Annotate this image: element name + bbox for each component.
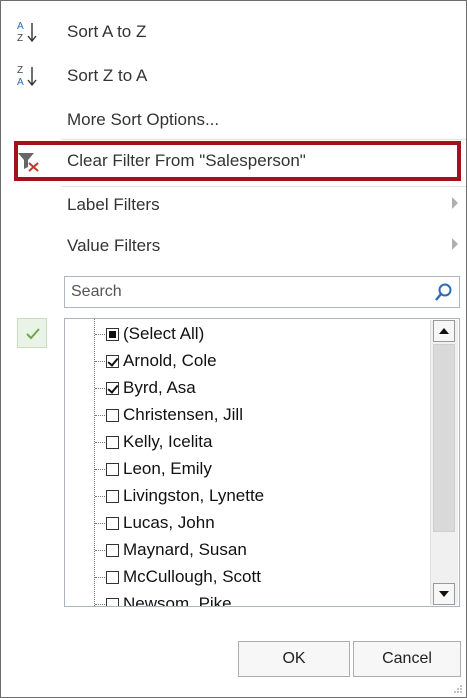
tree-connector bbox=[95, 388, 105, 389]
sort-a-to-z-item[interactable]: A Z Sort A to Z bbox=[1, 15, 466, 49]
tree-connector bbox=[95, 361, 105, 362]
cancel-button[interactable]: Cancel bbox=[353, 641, 461, 677]
filter-dropdown-menu: A Z Sort A to Z Z A Sort Z to A More Sor… bbox=[0, 0, 467, 698]
highlight-box bbox=[14, 141, 461, 181]
label-filters-item[interactable]: Label Filters bbox=[1, 188, 466, 222]
list-item[interactable]: Leon, Emily bbox=[65, 456, 425, 484]
list-item[interactable]: McCullough, Scott bbox=[65, 564, 425, 592]
item-label: Livingston, Lynette bbox=[123, 486, 265, 505]
tree-connector bbox=[95, 442, 105, 443]
item-label: McCullough, Scott bbox=[123, 567, 261, 586]
sort-a-to-z-label: Sort A to Z bbox=[67, 22, 147, 41]
svg-text:Z: Z bbox=[17, 33, 23, 44]
tree-connector bbox=[95, 334, 105, 335]
item-label: (Select All) bbox=[123, 324, 205, 343]
menu-separator bbox=[61, 139, 466, 140]
item-checkbox[interactable] bbox=[106, 598, 119, 606]
search-input[interactable] bbox=[71, 281, 411, 303]
item-checkbox[interactable] bbox=[106, 463, 119, 476]
more-sort-options-item[interactable]: More Sort Options... bbox=[1, 103, 466, 137]
sort-z-to-a-label: Sort Z to A bbox=[67, 66, 148, 85]
svg-text:A: A bbox=[17, 21, 24, 32]
list-item[interactable]: Kelly, Icelita bbox=[65, 429, 425, 457]
item-label: Maynard, Susan bbox=[123, 540, 247, 559]
search-icon[interactable] bbox=[434, 282, 454, 302]
item-label: Newsom, Pike bbox=[123, 594, 232, 607]
list-item[interactable]: Arnold, Cole bbox=[65, 348, 425, 376]
list-item[interactable]: Newsom, Pike bbox=[65, 591, 425, 607]
item-checkbox[interactable] bbox=[106, 355, 119, 368]
sort-z-to-a-item[interactable]: Z A Sort Z to A bbox=[1, 59, 466, 93]
list-item[interactable]: Maynard, Susan bbox=[65, 537, 425, 565]
tree-connector bbox=[95, 415, 105, 416]
item-checkbox[interactable] bbox=[106, 436, 119, 449]
list-item[interactable]: Byrd, Asa bbox=[65, 375, 425, 403]
more-sort-options-label: More Sort Options... bbox=[67, 110, 220, 129]
svg-text:A: A bbox=[17, 77, 24, 88]
list-scrollbar[interactable] bbox=[430, 320, 458, 605]
submenu-arrow-icon bbox=[452, 197, 458, 209]
tree-connector bbox=[95, 604, 105, 605]
values-list[interactable]: (Select All) Arnold, Cole Byrd, Asa Christe… bbox=[64, 318, 460, 607]
list-item[interactable]: Lucas, John bbox=[65, 510, 425, 538]
item-label: Kelly, Icelita bbox=[123, 432, 213, 451]
search-box[interactable] bbox=[64, 276, 460, 308]
list-item[interactable]: Christensen, Jill bbox=[65, 402, 425, 430]
label-filters-label: Label Filters bbox=[67, 195, 160, 214]
svg-text:Z: Z bbox=[17, 65, 23, 76]
sort-ascending-icon: A Z bbox=[16, 19, 42, 45]
item-checkbox[interactable] bbox=[106, 571, 119, 584]
item-checkbox[interactable] bbox=[106, 328, 119, 341]
tree-connector bbox=[95, 550, 105, 551]
checkmark-icon bbox=[26, 328, 40, 340]
item-label: Christensen, Jill bbox=[123, 405, 243, 424]
item-label: Byrd, Asa bbox=[123, 378, 196, 397]
list-item[interactable]: Livingston, Lynette bbox=[65, 483, 425, 511]
value-filters-item[interactable]: Value Filters bbox=[1, 229, 466, 263]
value-filters-label: Value Filters bbox=[67, 236, 161, 255]
list-item[interactable]: (Select All) bbox=[65, 321, 425, 349]
item-checkbox[interactable] bbox=[106, 382, 119, 395]
ok-button[interactable]: OK bbox=[238, 641, 350, 677]
sort-descending-icon: Z A bbox=[16, 63, 42, 89]
scroll-down-button[interactable] bbox=[433, 583, 455, 605]
item-label: Leon, Emily bbox=[123, 459, 212, 478]
item-checkbox[interactable] bbox=[106, 490, 119, 503]
item-label: Arnold, Cole bbox=[123, 351, 217, 370]
scroll-up-button[interactable] bbox=[433, 320, 455, 342]
submenu-arrow-icon bbox=[452, 238, 458, 250]
resize-grip-icon[interactable] bbox=[453, 684, 463, 694]
tree-connector bbox=[95, 469, 105, 470]
menu-separator bbox=[61, 186, 466, 187]
tree-connector bbox=[95, 577, 105, 578]
tree-connector bbox=[95, 523, 105, 524]
item-checkbox[interactable] bbox=[106, 409, 119, 422]
item-checkbox[interactable] bbox=[106, 544, 119, 557]
filter-applied-indicator bbox=[17, 318, 47, 348]
tree-connector bbox=[95, 496, 105, 497]
scroll-thumb[interactable] bbox=[433, 344, 455, 532]
item-label: Lucas, John bbox=[123, 513, 215, 532]
item-checkbox[interactable] bbox=[106, 517, 119, 530]
